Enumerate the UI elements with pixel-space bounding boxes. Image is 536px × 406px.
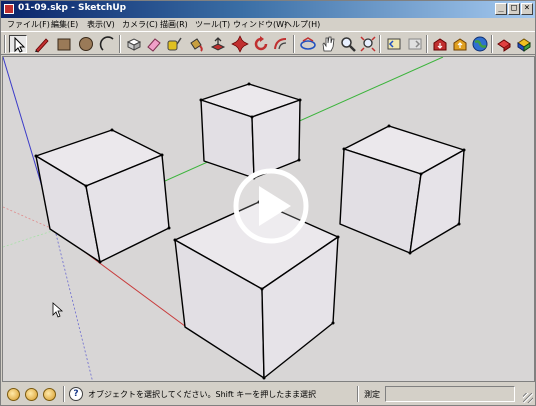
status-separator	[357, 386, 359, 402]
layout-icon	[517, 38, 531, 52]
menu-edit[interactable]: 編集(E)	[51, 19, 78, 30]
google-earth-tool[interactable]	[471, 35, 489, 53]
arrow-icon	[14, 36, 26, 53]
menu-draw[interactable]: 描画(R)	[160, 19, 188, 30]
window-title: 01-09.skp - SketchUp	[18, 3, 127, 13]
measurements-label: 測定	[364, 390, 380, 399]
cube-back[interactable]	[200, 83, 301, 179]
move-tool[interactable]	[231, 35, 249, 53]
user-icon[interactable]	[43, 388, 56, 401]
share-model-tool[interactable]	[451, 35, 469, 53]
offset-tool[interactable]	[272, 35, 290, 53]
menu-tools[interactable]: ツール(T)	[195, 19, 230, 30]
menu-view[interactable]: 表示(V)	[87, 19, 115, 30]
toolbar-separator	[119, 35, 121, 53]
menu-help[interactable]: ヘルプ(H)	[284, 19, 320, 30]
maximize-button[interactable]: □	[508, 3, 520, 15]
magnifier-icon	[341, 37, 356, 52]
arc-tool[interactable]	[99, 35, 117, 53]
tape-measure-tool[interactable]	[165, 35, 183, 53]
previous-view-icon	[387, 38, 401, 50]
menu-window[interactable]: ウィンドウ(W)	[233, 19, 287, 30]
play-icon[interactable]	[233, 168, 309, 244]
minimize-button[interactable]: _	[495, 3, 507, 15]
minimize-icon: _	[498, 3, 504, 13]
cube-right[interactable]	[339, 125, 465, 254]
offset-icon	[274, 38, 287, 50]
toolbar-separator	[491, 35, 493, 53]
sketchup-window: 01-09.skp - SketchUp _ □ × ファイル(F) 編集(E)…	[0, 0, 536, 406]
previous-view-tool[interactable]	[385, 35, 403, 53]
eraser-tool[interactable]	[145, 35, 163, 53]
bucket-icon	[190, 38, 203, 52]
menu-file[interactable]: ファイル(F)	[7, 19, 50, 30]
share-icon	[453, 38, 467, 51]
toolbar	[1, 31, 535, 55]
mouse-cursor-icon	[52, 302, 64, 318]
resize-grip[interactable]	[523, 393, 533, 403]
help-icon[interactable]: ?	[69, 387, 83, 401]
eraser-icon	[147, 38, 161, 52]
app-icon	[4, 4, 14, 14]
globe-icon	[472, 36, 488, 52]
toolbar-separator	[379, 35, 381, 53]
pushpull-icon	[210, 37, 226, 51]
pencil-icon	[35, 38, 49, 53]
make-component-tool[interactable]	[125, 35, 143, 53]
next-view-icon	[408, 38, 422, 50]
rectangle-tool[interactable]	[55, 35, 73, 53]
green-axis-hidden	[3, 229, 56, 248]
zoom-extents-icon	[360, 36, 376, 52]
cube-left[interactable]	[35, 129, 170, 263]
orbit-icon	[300, 37, 316, 50]
next-view-tool[interactable]	[406, 35, 424, 53]
line-tool[interactable]	[33, 35, 51, 53]
hand-icon	[322, 36, 335, 52]
status-bar: ? オブジェクトを選択してください。Shift キーを押したまま選択 測定	[1, 383, 535, 405]
close-button[interactable]: ×	[521, 3, 533, 15]
toolbar-grip	[4, 35, 6, 53]
arc-icon	[99, 36, 114, 51]
credits-icon[interactable]	[25, 388, 38, 401]
rectangle-icon	[57, 38, 71, 51]
move-icon	[231, 35, 249, 53]
menu-bar: ファイル(F) 編集(E) 表示(V) カメラ(C) 描画(R) ツール(T) …	[1, 18, 535, 31]
push-pull-tool[interactable]	[209, 35, 227, 53]
select-tool[interactable]	[9, 35, 27, 53]
maximize-icon: □	[511, 3, 517, 13]
toolbar-separator	[293, 35, 295, 53]
circle-icon	[79, 37, 93, 51]
toolbar-separator	[426, 35, 428, 53]
orbit-tool[interactable]	[299, 35, 317, 53]
zoom-extents-tool[interactable]	[359, 35, 377, 53]
zoom-tool[interactable]	[339, 35, 357, 53]
title-bar[interactable]: 01-09.skp - SketchUp _ □ ×	[1, 1, 535, 18]
tape-icon	[167, 37, 182, 51]
close-icon: ×	[524, 3, 530, 13]
geolocation-icon[interactable]	[7, 388, 20, 401]
paint-bucket-tool[interactable]	[187, 35, 205, 53]
status-separator	[63, 386, 65, 402]
scene[interactable]	[3, 57, 535, 382]
menu-camera[interactable]: カメラ(C)	[122, 19, 158, 30]
layout-tool[interactable]	[515, 35, 533, 53]
circle-tool[interactable]	[77, 35, 95, 53]
modeling-viewport[interactable]	[2, 56, 535, 382]
component-icon	[126, 38, 142, 51]
status-message: オブジェクトを選択してください。Shift キーを押したまま選択	[88, 390, 317, 399]
extension-warehouse-tool[interactable]	[496, 35, 514, 53]
extension-icon	[497, 39, 511, 52]
get-models-tool[interactable]	[431, 35, 449, 53]
warehouse-icon	[433, 38, 447, 51]
pan-tool[interactable]	[319, 35, 337, 53]
rotate-icon	[254, 36, 268, 51]
measurements-input[interactable]	[385, 386, 515, 402]
rotate-tool[interactable]	[252, 35, 270, 53]
